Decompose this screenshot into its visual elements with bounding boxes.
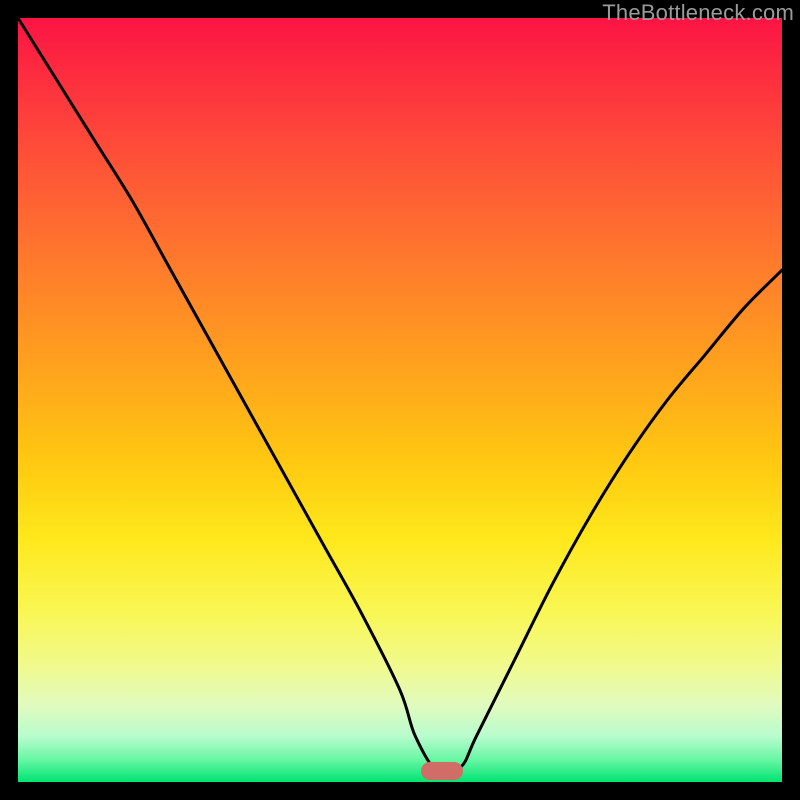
chart-frame: TheBottleneck.com — [0, 0, 800, 800]
watermark-label: TheBottleneck.com — [602, 0, 794, 26]
plot-area — [18, 18, 782, 782]
bottleneck-curve — [18, 18, 782, 782]
minimum-marker — [421, 762, 463, 780]
